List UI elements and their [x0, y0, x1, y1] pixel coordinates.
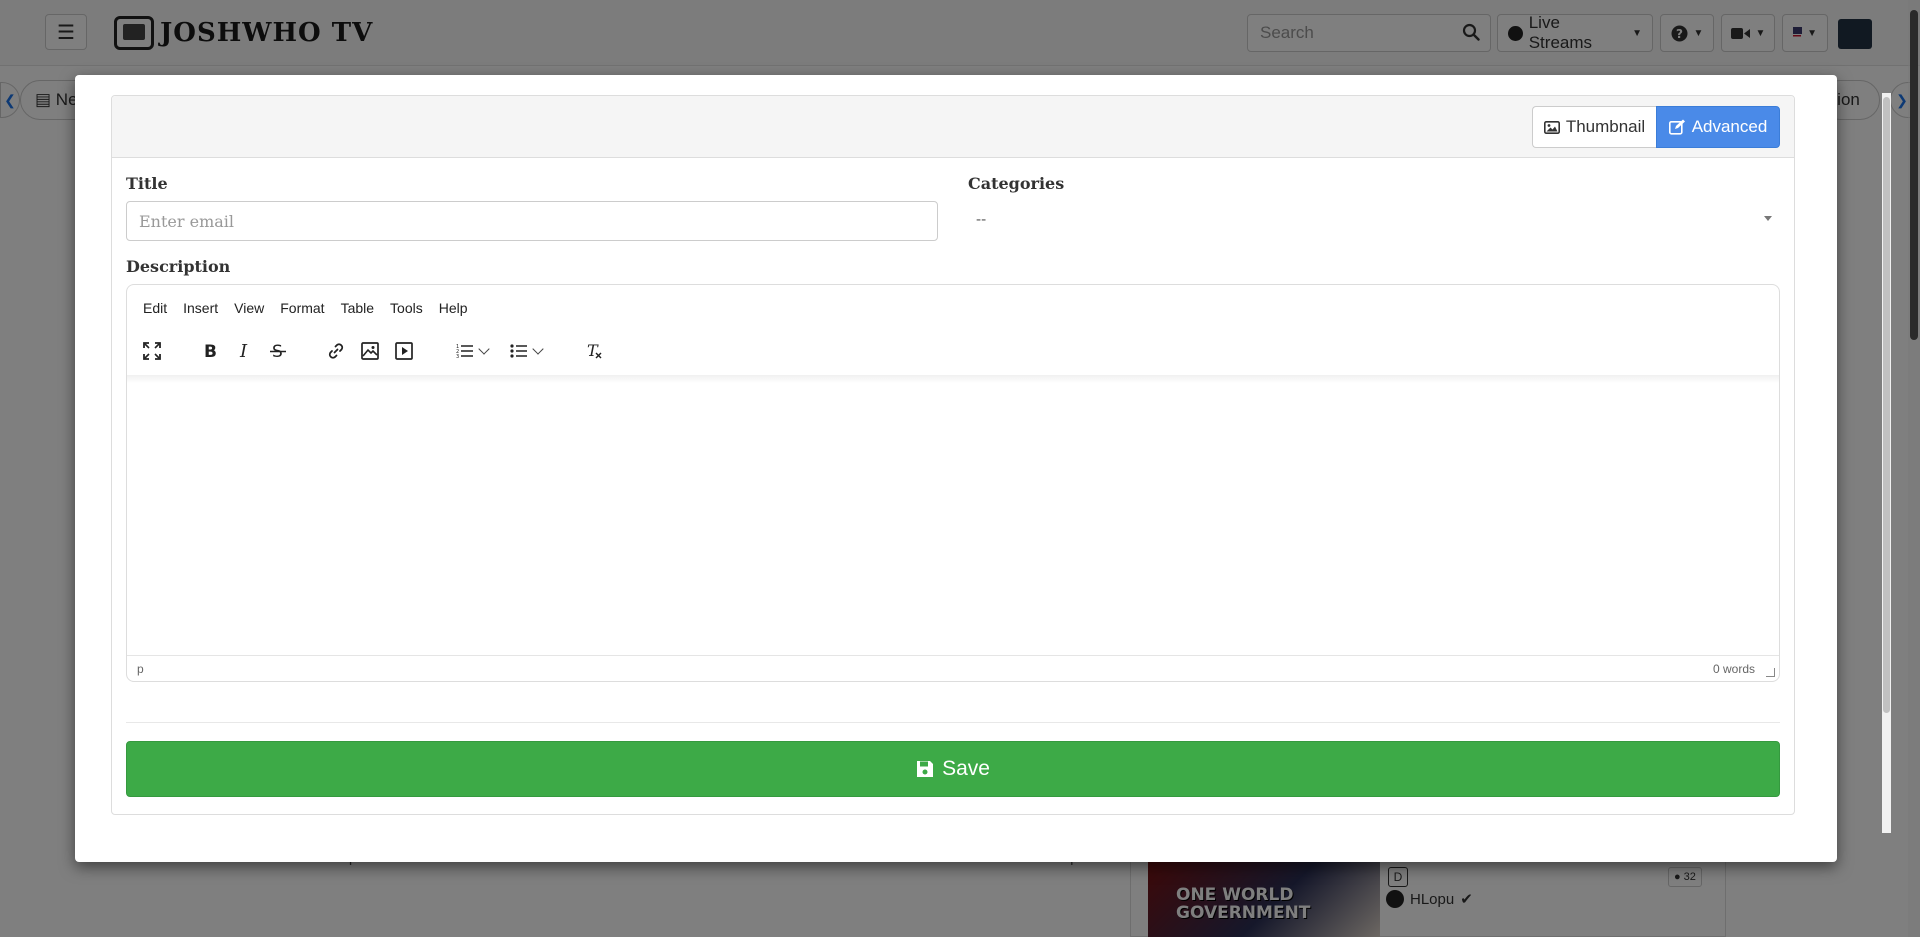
- modal-scrollbar-thumb[interactable]: [1883, 97, 1890, 713]
- clear-formatting-button[interactable]: T: [577, 334, 611, 368]
- title-input[interactable]: [126, 201, 938, 241]
- image-icon: [1543, 120, 1560, 134]
- bullet-list-icon: [510, 344, 527, 358]
- menu-format[interactable]: Format: [272, 295, 332, 323]
- fullscreen-icon: [143, 342, 161, 360]
- advanced-tab-label: Advanced: [1691, 117, 1768, 136]
- resize-handle-icon[interactable]: [1766, 668, 1775, 677]
- advanced-tab-button[interactable]: Advanced: [1656, 106, 1780, 148]
- menu-view[interactable]: View: [226, 295, 272, 323]
- element-path[interactable]: p: [137, 662, 144, 676]
- bullet-list-button[interactable]: [499, 334, 553, 368]
- categories-select[interactable]: --: [968, 201, 1780, 237]
- editor-toolbar: B I S 123 T: [135, 331, 611, 371]
- rich-text-editor: Edit Insert View Format Table Tools Help…: [126, 284, 1780, 682]
- word-count[interactable]: 0 words: [1713, 662, 1755, 676]
- bold-icon: B: [204, 342, 217, 360]
- categories-label: Categories: [968, 174, 1065, 193]
- chevron-down-icon: [532, 343, 544, 355]
- svg-text:I: I: [239, 342, 248, 360]
- editor-menubar: Edit Insert View Format Table Tools Help: [135, 295, 476, 323]
- floppy-disk-icon: [917, 761, 934, 777]
- description-label: Description: [126, 257, 231, 276]
- menu-table[interactable]: Table: [333, 295, 382, 323]
- panel-header: Thumbnail Advanced: [112, 96, 1794, 158]
- italic-button[interactable]: I: [227, 334, 261, 368]
- menu-help[interactable]: Help: [431, 295, 476, 323]
- categories-value: --: [976, 210, 987, 228]
- save-button-label: Save: [942, 757, 990, 780]
- title-label: Title: [126, 174, 168, 193]
- thumbnail-tab-button[interactable]: Thumbnail: [1532, 106, 1656, 148]
- numbered-list-icon: 123: [456, 344, 473, 359]
- edit-panel: Thumbnail Advanced Title Categories -- D…: [111, 95, 1795, 815]
- menu-tools[interactable]: Tools: [382, 295, 431, 323]
- insert-media-button[interactable]: [387, 334, 421, 368]
- caret-down-icon: [1764, 216, 1772, 221]
- strikethrough-icon: S: [270, 342, 286, 360]
- form-divider: [126, 722, 1780, 723]
- image-icon: [361, 342, 379, 360]
- menu-edit[interactable]: Edit: [135, 295, 175, 323]
- link-icon: [328, 343, 344, 359]
- strikethrough-button[interactable]: S: [261, 334, 295, 368]
- italic-icon: I: [239, 342, 248, 360]
- editor-statusbar: p 0 words: [127, 655, 1779, 681]
- thumbnail-tab-label: Thumbnail: [1565, 117, 1646, 136]
- clear-formatting-icon: T: [587, 342, 602, 360]
- edit-video-modal: Thumbnail Advanced Title Categories -- D…: [75, 75, 1891, 862]
- fullscreen-button[interactable]: [135, 334, 169, 368]
- svg-text:B: B: [204, 342, 217, 360]
- media-play-icon: [395, 342, 413, 360]
- edit-icon: [1668, 119, 1686, 135]
- save-button[interactable]: Save: [126, 741, 1780, 797]
- svg-text:3: 3: [456, 354, 459, 359]
- bold-button[interactable]: B: [193, 334, 227, 368]
- menu-insert[interactable]: Insert: [175, 295, 226, 323]
- insert-image-button[interactable]: [353, 334, 387, 368]
- numbered-list-button[interactable]: 123: [445, 334, 499, 368]
- chevron-down-icon: [478, 343, 490, 355]
- link-button[interactable]: [319, 334, 353, 368]
- description-editor-body[interactable]: [127, 377, 1779, 657]
